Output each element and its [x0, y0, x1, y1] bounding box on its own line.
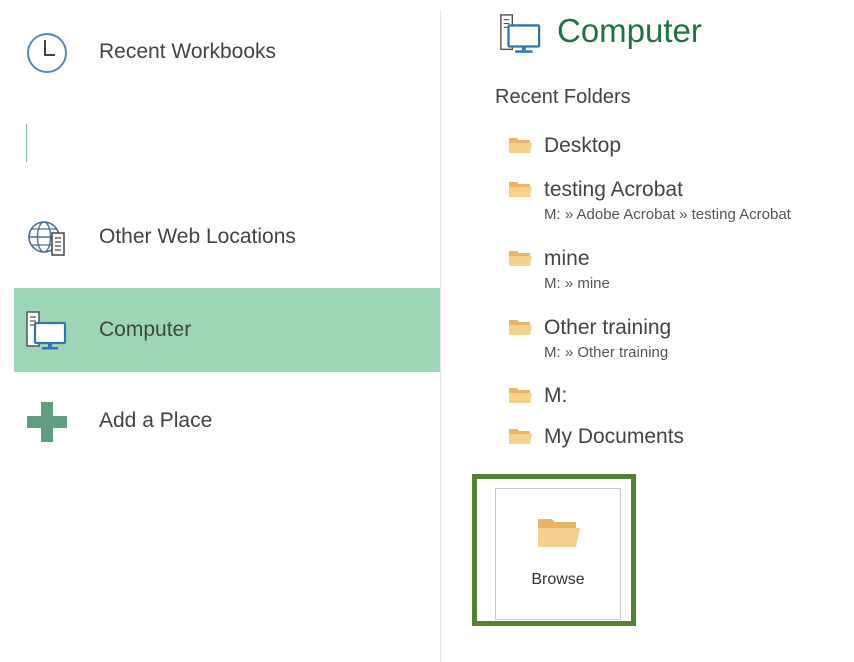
nav-item-recent-workbooks[interactable]: Recent Workbooks	[14, 10, 440, 94]
folder-path: M: » mine	[544, 275, 610, 292]
folder-icon	[509, 429, 532, 444]
folder-icon	[509, 320, 532, 335]
clock-icon	[27, 33, 67, 73]
folder-icon	[509, 251, 532, 266]
text-cursor	[26, 124, 27, 162]
folder-path: M: » Other training	[544, 344, 669, 361]
folder-name: Desktop	[544, 134, 622, 157]
folder-path: M: » Adobe Acrobat » testing Acrobat	[544, 206, 791, 223]
folder-name: mine	[544, 247, 590, 270]
backstage-nav: Recent Workbooks Other Web Locations Com…	[0, 0, 440, 662]
nav-label: Computer	[99, 318, 192, 341]
folder-icon	[509, 388, 532, 403]
folder-name: testing Acrobat	[544, 178, 683, 201]
folder-open-icon	[538, 519, 580, 547]
recent-folders-heading: Recent Folders	[495, 86, 631, 108]
page-title: Computer	[557, 12, 702, 49]
nav-label: Recent Workbooks	[99, 40, 277, 63]
nav-item-add-a-place[interactable]: Add a Place	[14, 379, 440, 463]
nav-item-computer[interactable]: Computer	[14, 288, 440, 372]
folder-name: M:	[544, 384, 568, 407]
computer-icon	[26, 311, 67, 350]
plus-icon	[27, 402, 67, 442]
nav-label: Other Web Locations	[99, 225, 296, 248]
folder-icon	[509, 138, 532, 153]
browse-button[interactable]: Browse	[495, 488, 621, 620]
folder-icon	[509, 182, 532, 197]
computer-pane: Computer Recent Folders Desktop testing …	[441, 0, 854, 662]
computer-icon	[500, 14, 541, 53]
nav-item-other-web-locations[interactable]: Other Web Locations	[14, 195, 440, 279]
globe-server-icon	[28, 221, 65, 256]
nav-label: Add a Place	[99, 409, 213, 432]
folder-name: Other training	[544, 316, 672, 339]
folder-name: My Documents	[544, 425, 685, 448]
browse-label: Browse	[531, 571, 585, 588]
